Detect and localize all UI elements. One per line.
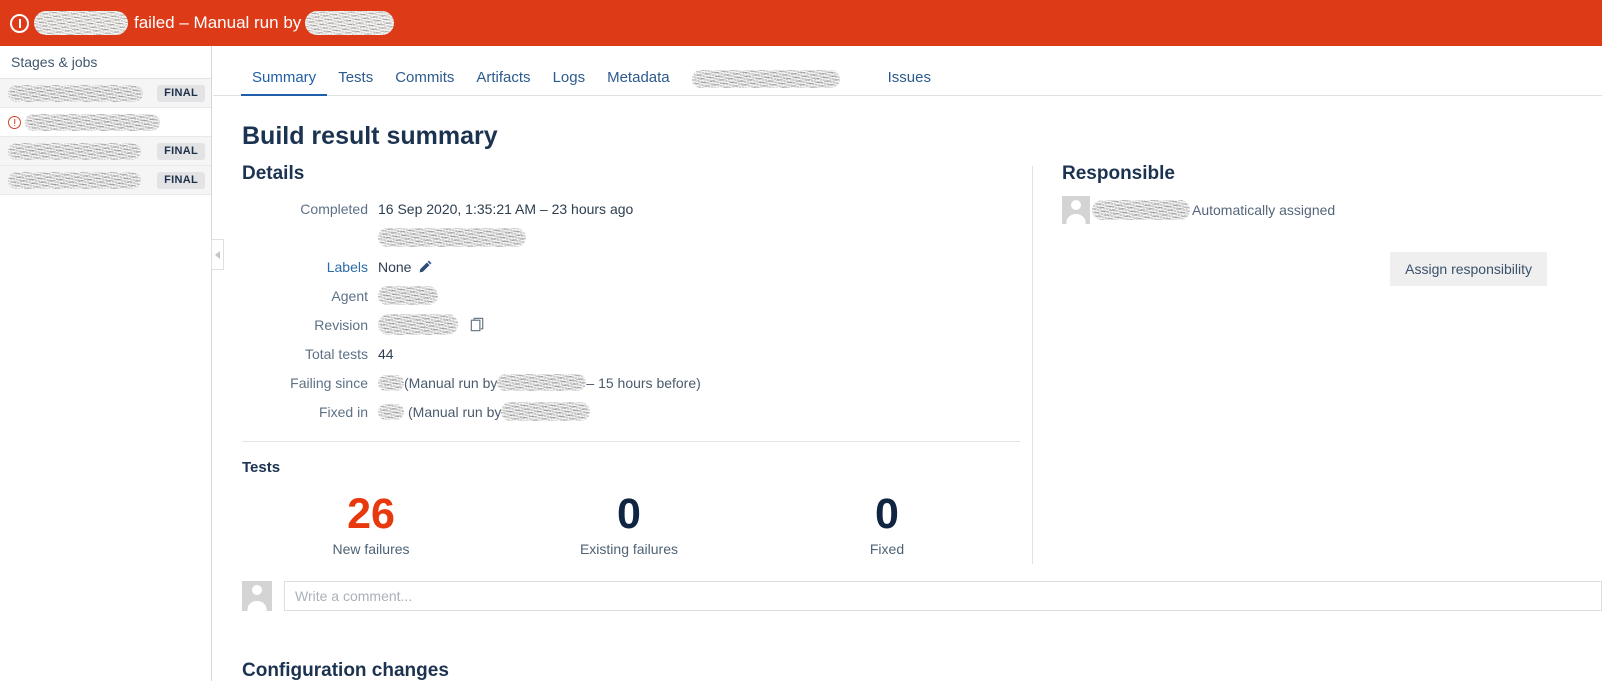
tab-bar: Summary Tests Commits Artifacts Logs Met… [213,46,1602,96]
pencil-icon[interactable] [418,259,433,274]
redacted-revision-hash [378,314,458,335]
completed-value: 16 Sep 2020, 1:35:21 AM – 23 hours ago [378,201,633,217]
existing-failures-label: Existing failures [500,541,758,557]
redacted-user-name [501,402,590,421]
header-title-text: failed – Manual run by [130,13,305,33]
stages-and-jobs-sidebar: Stages & jobs FINAL FINAL FINAL [0,46,212,681]
error-circle-icon [8,116,21,129]
configuration-changes-heading: Configuration changes [242,660,449,681]
error-circle-icon [10,14,29,33]
redacted-build-name [34,11,128,35]
failing-since-label: Failing since [242,375,378,391]
detail-row-labels: Labels None [242,254,1032,279]
responsible-user-row: Automatically assigned [1062,196,1602,224]
details-heading: Details [242,163,1032,185]
detail-row-failing-since: Failing since (Manual run by – 15 hours … [242,370,1032,395]
failing-since-value: (Manual run by – 15 hours before) [378,374,701,391]
redacted-responsible-name [1092,200,1190,220]
redacted-agent-name [378,286,438,305]
stat-new-failures: 26 New failures [242,492,500,557]
detail-row-fixed-in: Fixed in (Manual run by [242,399,1032,424]
responsible-column: Responsible Automatically assigned Assig… [1032,163,1602,557]
details-column: Details Completed 16 Sep 2020, 1:35:21 A… [242,163,1032,557]
user-avatar-icon [242,581,272,611]
page-title: Build result summary [213,96,1602,151]
tests-heading: Tests [242,459,1032,476]
assign-button-wrap: Assign responsibility [1062,252,1602,286]
stat-fixed: 0 Fixed [758,492,1016,557]
assign-responsibility-button[interactable]: Assign responsibility [1390,252,1547,286]
revision-value [378,314,486,335]
sidebar-stage-row[interactable] [0,108,211,137]
fixed-label: Fixed [758,541,1016,557]
test-stats: 26 New failures 0 Existing failures 0 Fi… [242,492,1032,557]
redacted-user-name [497,374,586,391]
labels-label[interactable]: Labels [242,259,378,275]
redacted-build-ref [378,375,404,391]
sidebar-stage-row[interactable]: FINAL [0,137,211,166]
detail-row-revision: Revision [242,312,1032,337]
stat-existing-failures: 0 Existing failures [500,492,758,557]
redacted-build-ref [378,404,404,420]
tab-issues[interactable]: Issues [877,46,942,95]
comment-row [242,581,1602,611]
new-failures-count: 26 [242,492,500,537]
redacted-stage-name [8,85,143,102]
redacted-stage-name [8,143,141,160]
final-badge: FINAL [157,143,205,160]
summary-columns: Details Completed 16 Sep 2020, 1:35:21 A… [213,163,1602,557]
sidebar-heading: Stages & jobs [0,46,211,79]
comment-input[interactable] [284,581,1602,611]
fixed-in-label: Fixed in [242,404,378,420]
sidebar-stage-row[interactable]: FINAL [0,166,211,195]
total-tests-value: 44 [378,346,394,362]
total-tests-label: Total tests [242,346,378,362]
sidebar-stage-row[interactable]: FINAL [0,79,211,108]
existing-failures-count: 0 [500,492,758,537]
responsible-heading: Responsible [1062,163,1602,185]
tests-section: Tests 26 New failures 0 Existing failure… [242,459,1032,557]
tab-summary[interactable]: Summary [241,46,327,95]
fixed-in-value: (Manual run by [378,402,590,421]
detail-row-total-tests: Total tests 44 [242,341,1032,366]
agent-label: Agent [242,288,378,304]
failing-since-suffix: – 15 hours before) [586,375,700,391]
section-divider [242,441,1020,442]
labels-value: None [378,259,411,275]
detail-row-agent: Agent [242,283,1032,308]
redacted-stage-name [8,172,141,189]
tab-redacted[interactable] [681,46,851,95]
redacted-detail-value [378,228,526,247]
fixed-count: 0 [758,492,1016,537]
user-avatar-icon [1062,196,1090,224]
redacted-tab-label [692,70,840,88]
chevron-left-icon [215,251,220,259]
sidebar-collapse-button[interactable] [211,239,224,270]
detail-row-redacted [242,225,1032,250]
fixed-in-prefix: (Manual run by [408,404,501,420]
failing-since-prefix: (Manual run by [404,375,497,391]
new-failures-label: New failures [242,541,500,557]
tab-logs[interactable]: Logs [542,46,597,95]
detail-row-completed: Completed 16 Sep 2020, 1:35:21 AM – 23 h… [242,196,1032,221]
build-status-header: failed – Manual run by [0,0,1602,46]
tab-artifacts[interactable]: Artifacts [465,46,541,95]
revision-label: Revision [242,317,378,333]
header-title: failed – Manual run by [130,11,394,35]
completed-label: Completed [242,201,378,217]
tab-metadata[interactable]: Metadata [596,46,681,95]
agent-value [378,286,438,305]
assigned-note: Automatically assigned [1192,202,1335,218]
final-badge: FINAL [157,172,205,189]
tab-tests[interactable]: Tests [327,46,384,95]
redacted-text [378,228,526,247]
labels-value-wrap: None [378,259,433,275]
redacted-stage-name [25,114,160,131]
redacted-user-name [305,11,394,35]
copy-icon[interactable] [469,316,486,333]
tab-commits[interactable]: Commits [384,46,465,95]
final-badge: FINAL [157,85,205,102]
